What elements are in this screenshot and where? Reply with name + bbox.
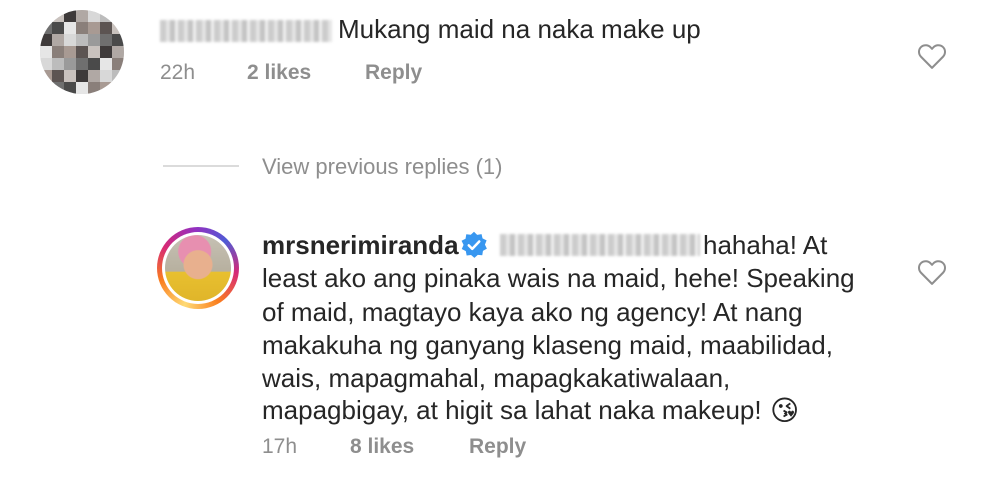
comment-text: Mukang maid na naka make up: [338, 14, 701, 44]
reply-likes[interactable]: 8 likes: [350, 435, 414, 459]
reply-author-username[interactable]: mrsnerimiranda: [262, 230, 459, 261]
heart-outline-icon[interactable]: [917, 258, 947, 286]
replies-divider: [163, 165, 239, 167]
reply-time[interactable]: 17h: [262, 435, 297, 459]
comment-reply-button[interactable]: Reply: [365, 61, 422, 85]
reply-reply-button[interactable]: Reply: [469, 435, 526, 459]
mentioned-username-blurred[interactable]: [500, 234, 700, 256]
reply-text-line-2: least ako ang pinaka wais na maid, hehe!…: [262, 263, 855, 293]
commenter-avatar[interactable]: [40, 10, 124, 94]
reply-text-line-3: of maid, magtayo kaya ako ng agency! At …: [262, 297, 803, 327]
verified-badge-icon: [461, 231, 487, 258]
reply-text-line-6: mapagbigay, at higit sa lahat naka makeu…: [262, 395, 762, 425]
view-previous-replies-button[interactable]: View previous replies (1): [262, 154, 502, 180]
reply-text-line-1: hahaha! At: [703, 230, 828, 260]
reply-text-line-4: makakuha ng ganyang klaseng maid, maabil…: [262, 330, 833, 360]
heart-outline-icon[interactable]: [917, 42, 947, 70]
kiss-emoji: 😘: [770, 395, 800, 426]
comment-time[interactable]: 22h: [160, 61, 195, 85]
comment-likes[interactable]: 2 likes: [247, 61, 311, 85]
reply-author-avatar[interactable]: [157, 227, 239, 309]
commenter-username-blurred[interactable]: [160, 20, 332, 42]
